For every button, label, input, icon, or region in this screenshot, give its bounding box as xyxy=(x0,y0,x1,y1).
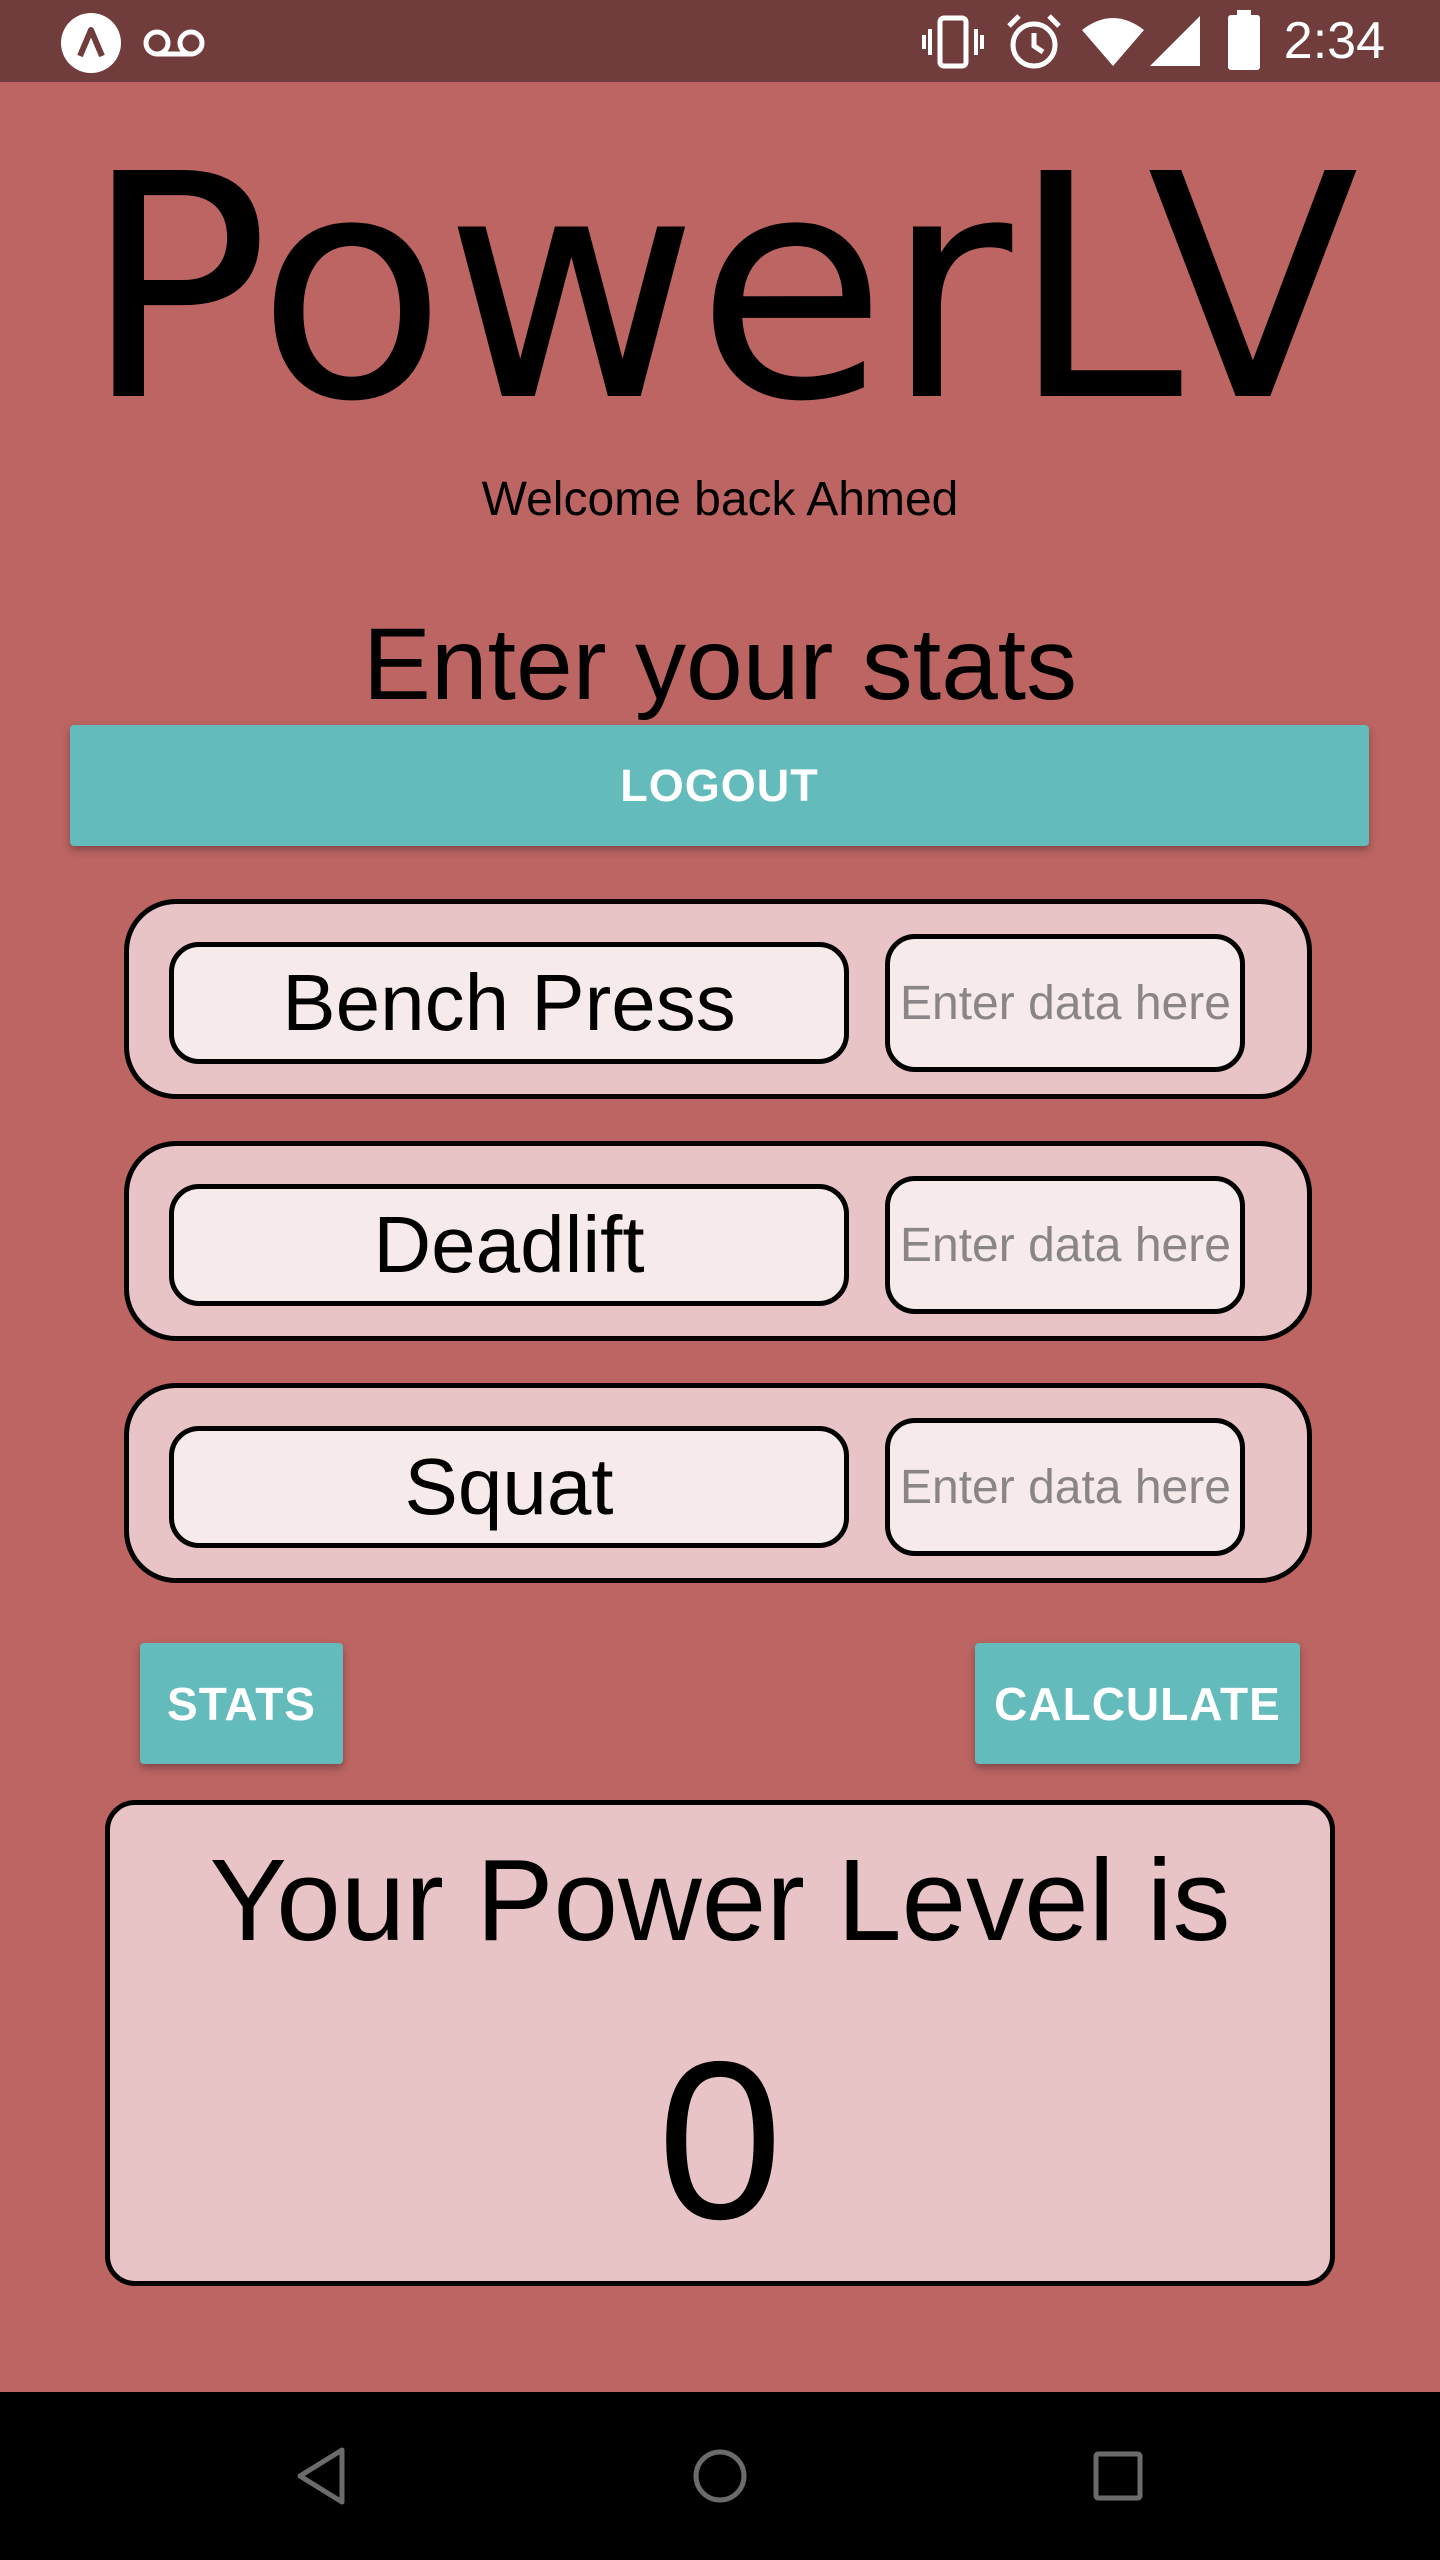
battery-icon xyxy=(1228,10,1260,70)
wifi-icon xyxy=(1082,18,1144,66)
stat-row-bench-press: Bench Press xyxy=(124,899,1312,1099)
navigation-bar xyxy=(0,2392,1440,2560)
alarm-icon xyxy=(1007,14,1061,69)
home-icon xyxy=(693,2449,747,2503)
stat-row-deadlift: Deadlift xyxy=(124,1141,1312,1341)
home-button[interactable] xyxy=(668,2424,772,2528)
logout-button[interactable]: LOGOUT xyxy=(70,725,1369,846)
welcome-message: Welcome back Ahmed xyxy=(481,473,959,526)
stat-label-bench-press: Bench Press xyxy=(169,942,849,1064)
power-level-label: Your Power Level is xyxy=(209,1835,1231,1965)
stat-label-squat: Squat xyxy=(169,1426,849,1548)
status-bar: 2:34 xyxy=(0,0,1440,82)
app-notification-icon xyxy=(61,13,121,73)
recents-button[interactable] xyxy=(1066,2424,1170,2528)
stat-label-deadlift: Deadlift xyxy=(169,1184,849,1306)
voicemail-icon xyxy=(143,29,205,57)
app-title: PowerLV xyxy=(83,109,1359,470)
stat-row-squat: Squat xyxy=(124,1383,1312,1583)
power-level-value: 0 xyxy=(657,2014,783,2266)
recents-icon xyxy=(1093,2451,1143,2501)
page-subtitle: Enter your stats xyxy=(362,607,1078,721)
status-time: 2:34 xyxy=(1283,12,1385,70)
power-level-card: Your Power Level is 0 xyxy=(105,1800,1335,2286)
bench-press-input[interactable] xyxy=(885,934,1245,1072)
vibrate-icon xyxy=(922,15,984,69)
back-icon xyxy=(297,2447,345,2505)
cell-signal-icon xyxy=(1150,16,1200,66)
back-button[interactable] xyxy=(270,2424,374,2528)
calculate-button[interactable]: CALCULATE xyxy=(975,1643,1300,1764)
squat-input[interactable] xyxy=(885,1418,1245,1556)
stats-button[interactable]: STATS xyxy=(140,1643,343,1764)
deadlift-input[interactable] xyxy=(885,1176,1245,1314)
